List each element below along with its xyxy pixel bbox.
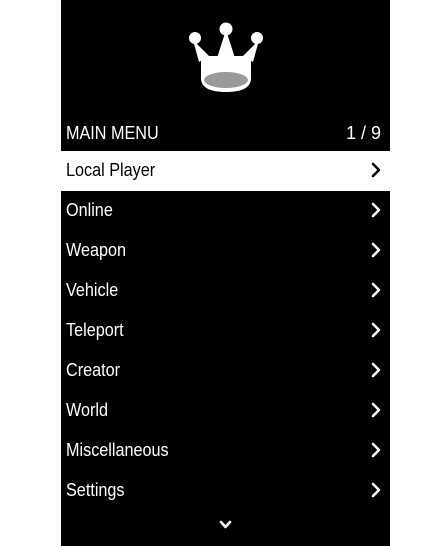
menu-item-creator[interactable]: Creator <box>61 351 390 391</box>
menu-item-online[interactable]: Online <box>61 191 390 231</box>
chevron-right-icon <box>371 162 381 178</box>
chevron-right-icon <box>371 242 381 258</box>
crown-icon <box>189 22 263 92</box>
menu-item-vehicle[interactable]: Vehicle <box>61 271 390 311</box>
chevron-right-icon <box>371 202 381 218</box>
chevron-right-icon <box>371 402 381 418</box>
menu-title-bar: MAIN MENU 1 / 9 <box>61 118 390 149</box>
game-menu: MAIN MENU 1 / 9 Local Player Online Weap… <box>61 0 390 546</box>
menu-item-label: Weapon <box>66 240 127 260</box>
menu-item-label: World <box>66 400 109 420</box>
chevron-right-icon <box>371 282 381 298</box>
chevron-right-icon <box>371 442 381 458</box>
menu-item-label: Settings <box>66 480 125 500</box>
menu-title: MAIN MENU <box>66 123 159 143</box>
chevron-down-icon[interactable] <box>219 520 232 530</box>
menu-footer <box>61 510 390 546</box>
menu-item-label: Teleport <box>66 320 124 340</box>
page-counter: 1 / 9 <box>345 123 381 143</box>
menu-item-label: Miscellaneous <box>66 440 169 460</box>
chevron-right-icon <box>371 362 381 378</box>
menu-item-teleport[interactable]: Teleport <box>61 311 390 351</box>
menu-items: Local Player Online Weapon Vehicle Telep… <box>61 151 390 511</box>
menu-header-banner <box>61 0 390 118</box>
chevron-right-icon <box>371 482 381 498</box>
menu-item-world[interactable]: World <box>61 391 390 431</box>
menu-item-label: Vehicle <box>66 280 119 300</box>
menu-item-label: Local Player <box>66 160 156 180</box>
menu-item-weapon[interactable]: Weapon <box>61 231 390 271</box>
menu-item-local-player[interactable]: Local Player <box>61 151 390 191</box>
menu-item-label: Creator <box>66 360 121 380</box>
chevron-right-icon <box>371 322 381 338</box>
menu-item-settings[interactable]: Settings <box>61 471 390 511</box>
menu-item-miscellaneous[interactable]: Miscellaneous <box>61 431 390 471</box>
menu-item-label: Online <box>66 200 113 220</box>
